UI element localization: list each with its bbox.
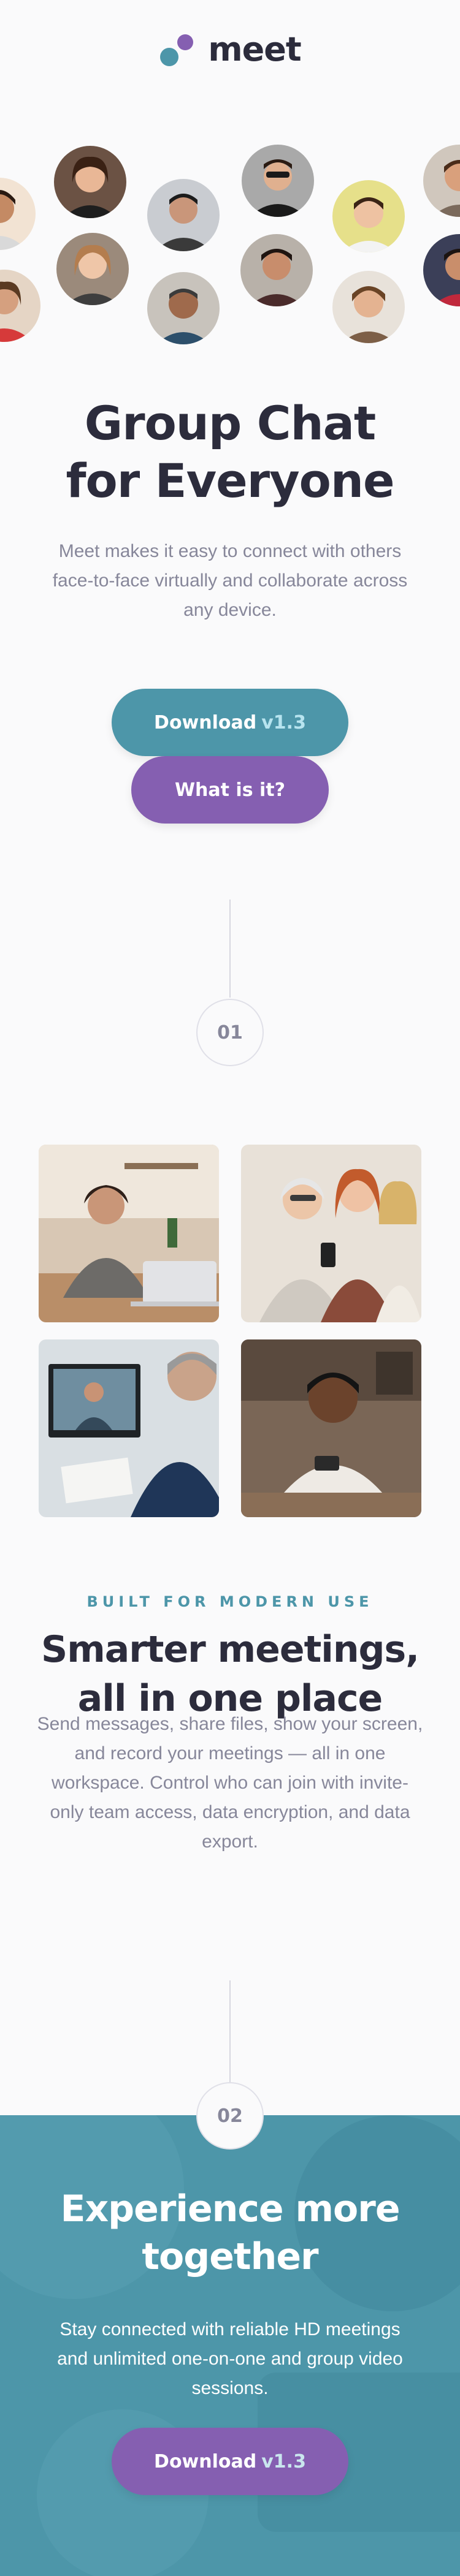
download-version: v1.3	[261, 711, 306, 733]
download-label: Download	[154, 711, 257, 733]
download-version: v1.3	[261, 2450, 306, 2472]
hero-download-button[interactable]: Download v1.3	[112, 689, 348, 756]
what-is-it-button[interactable]: What is it?	[131, 756, 329, 824]
avatar	[0, 178, 36, 250]
cta-download-button[interactable]: Download v1.3	[112, 2428, 348, 2495]
photo-woman-laptop	[39, 1145, 219, 1322]
cta-title-line-2: together	[142, 2235, 318, 2278]
step-badge-02: 02	[196, 2082, 264, 2150]
hero-title: Group Chat for Everyone	[0, 395, 460, 510]
hero-description: Meet makes it easy to connect with other…	[52, 541, 408, 620]
hero-title-line-2: for Everyone	[66, 453, 394, 508]
avatar	[147, 179, 220, 251]
avatar	[332, 180, 405, 252]
cta-description: Stay connected with reliable HD meetings…	[57, 2319, 403, 2398]
user-avatars	[0, 141, 460, 349]
download-label: Download	[154, 2450, 257, 2472]
step-connector-line	[229, 1980, 231, 2082]
avatar	[423, 145, 460, 217]
avatar	[423, 234, 460, 306]
avatar	[56, 233, 129, 305]
features-title: Smarter meetings, all in one place	[0, 1625, 460, 1723]
step-badge-01: 01	[196, 999, 264, 1066]
avatar	[54, 146, 126, 218]
photo-friends-phone	[241, 1145, 421, 1322]
hero-title-line-1: Group Chat	[84, 396, 377, 450]
photo-man-smiling	[241, 1339, 421, 1517]
features-title-line-1: Smarter meetings,	[41, 1628, 420, 1671]
site-logo[interactable]: meet	[0, 29, 460, 69]
avatar	[147, 272, 220, 344]
photo-video-call	[39, 1339, 219, 1517]
step-connector-line	[229, 900, 231, 998]
avatar	[332, 271, 405, 343]
avatar	[0, 270, 40, 342]
logo-icon	[159, 29, 199, 69]
section-eyebrow: BUILT FOR MODERN USE	[86, 1593, 374, 1610]
features-description: Send messages, share files, show your sc…	[37, 1714, 423, 1852]
avatar	[242, 145, 314, 217]
avatar	[240, 234, 313, 306]
cta-title: Experience more together	[0, 2185, 460, 2281]
cta-title-line-1: Experience more	[60, 2188, 400, 2230]
logo-wordmark: meet	[208, 29, 301, 69]
cta-section: Experience more together Stay connected …	[0, 2115, 460, 2576]
